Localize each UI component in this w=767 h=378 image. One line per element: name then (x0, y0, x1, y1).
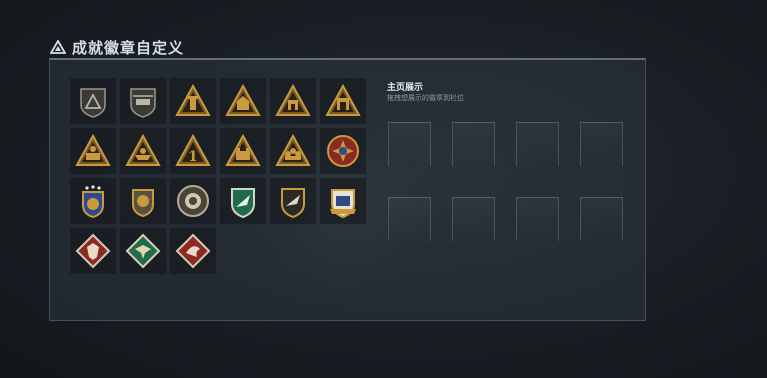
badge-item[interactable] (120, 228, 166, 274)
triangle-warning-icon (50, 40, 66, 54)
triangle-scene-badge-icon (75, 133, 111, 166)
svg-text:1: 1 (188, 149, 198, 165)
green-eagle-shield-badge-icon (231, 188, 255, 219)
home-display-slot[interactable] (516, 197, 559, 241)
badge-item[interactable] (170, 178, 216, 224)
badge-item[interactable] (270, 128, 316, 174)
triangle-crowd-badge-icon (275, 133, 311, 166)
home-display-slot[interactable] (452, 197, 495, 241)
triangle-fortress-badge-icon (225, 133, 261, 166)
red-diamond-dragon-badge-icon (175, 233, 211, 269)
badge-item[interactable] (70, 228, 116, 274)
stars-shield-badge-icon (82, 185, 104, 219)
badge-item[interactable] (120, 78, 166, 124)
triangle-building-badge-icon (225, 83, 261, 116)
triangle-tower-badge-icon (175, 83, 211, 116)
triangle-house-badge-icon (275, 83, 311, 116)
badge-item[interactable] (170, 78, 216, 124)
home-display-hint: 拖拽想展示的徽章到栏位 (387, 94, 464, 102)
triangle-number-one-badge-icon: 1 (175, 133, 211, 166)
home-display-slot[interactable] (516, 122, 559, 166)
badge-item[interactable] (170, 228, 216, 274)
home-display-slots (388, 122, 623, 241)
shield-helicopter-badge-icon (130, 88, 156, 118)
badge-item[interactable] (270, 178, 316, 224)
badge-item[interactable] (70, 178, 116, 224)
badge-item[interactable] (320, 178, 366, 224)
red-diamond-wolf-badge-icon (75, 233, 111, 269)
home-display-slot[interactable] (388, 122, 431, 166)
triangle-gate-badge-icon (325, 83, 361, 116)
badge-item[interactable] (320, 128, 366, 174)
page-header: 成就徽章自定义 (50, 36, 184, 58)
badge-item[interactable] (120, 128, 166, 174)
badge-item[interactable] (270, 78, 316, 124)
badge-item[interactable] (120, 178, 166, 224)
shield-triangle-badge-icon (80, 88, 106, 118)
badge-item[interactable] (320, 78, 366, 124)
page-title: 成就徽章自定义 (72, 38, 185, 57)
cross-medal-badge-icon (327, 135, 359, 167)
badge-item[interactable] (70, 78, 116, 124)
badge-item[interactable] (220, 128, 266, 174)
home-display-slot[interactable] (580, 122, 623, 166)
green-diamond-eagle-badge-icon (125, 233, 161, 269)
coat-of-arms-badge-icon (330, 189, 356, 219)
round-emblem-badge-icon (177, 185, 209, 217)
badge-item[interactable] (70, 128, 116, 174)
badge-customization-panel: 1 主页展示 拖拽想展示的徽章到栏位 (49, 58, 646, 321)
home-display-slot[interactable] (452, 122, 495, 166)
home-display-slot[interactable] (388, 197, 431, 241)
home-display-title: 主页展示 (387, 83, 424, 93)
home-display-slot[interactable] (580, 197, 623, 241)
badge-collection-grid: 1 (70, 78, 366, 274)
lion-shield-badge-icon (132, 189, 154, 218)
badge-item[interactable]: 1 (170, 128, 216, 174)
badge-item[interactable] (220, 78, 266, 124)
badge-item[interactable] (220, 178, 266, 224)
eagle-shield-badge-icon (281, 188, 305, 219)
triangle-boat-badge-icon (125, 133, 161, 166)
